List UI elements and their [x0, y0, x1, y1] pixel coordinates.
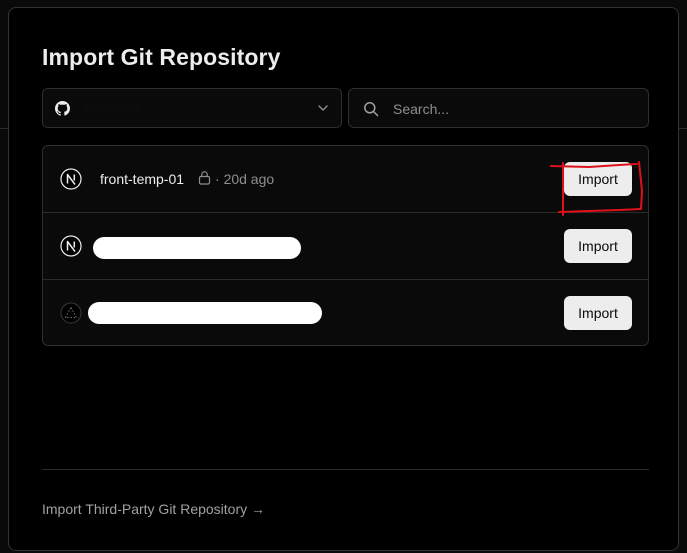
modal-title: Import Git Repository [42, 44, 281, 70]
import-button[interactable]: Import [564, 296, 632, 330]
github-icon [55, 101, 70, 116]
import-repository-modal: Import Git Repository front-temp-01 [8, 7, 679, 551]
nextjs-icon [60, 168, 82, 190]
repository-name: front-temp-01 [100, 171, 185, 187]
import-button[interactable]: Import [564, 229, 632, 263]
repository-row: front-temp-01 · 20d ago Import [43, 146, 648, 213]
repository-row: Import [43, 280, 648, 345]
footer-divider [42, 469, 649, 470]
redacted-repository-name [93, 237, 301, 259]
repository-row: Import [43, 213, 648, 280]
backdrop-divider-left [0, 128, 8, 129]
search-icon [364, 102, 379, 117]
search-input[interactable] [391, 89, 645, 129]
redacted-repository-name [88, 302, 322, 324]
lock-icon [198, 171, 211, 185]
repository-updated: · 20d ago [215, 171, 275, 187]
git-account-select[interactable] [42, 88, 342, 128]
chevron-down-icon [318, 105, 328, 111]
repository-search[interactable] [348, 88, 649, 129]
import-button[interactable]: Import [564, 162, 632, 196]
nextjs-icon [60, 235, 82, 257]
backdrop-divider-right [679, 128, 687, 129]
triangle-icon [60, 302, 82, 324]
repository-list: front-temp-01 · 20d ago Import Import Im… [42, 145, 649, 346]
redacted-account-name [83, 103, 141, 114]
import-third-party-link[interactable]: Import Third-Party Git Repository → [42, 501, 265, 517]
